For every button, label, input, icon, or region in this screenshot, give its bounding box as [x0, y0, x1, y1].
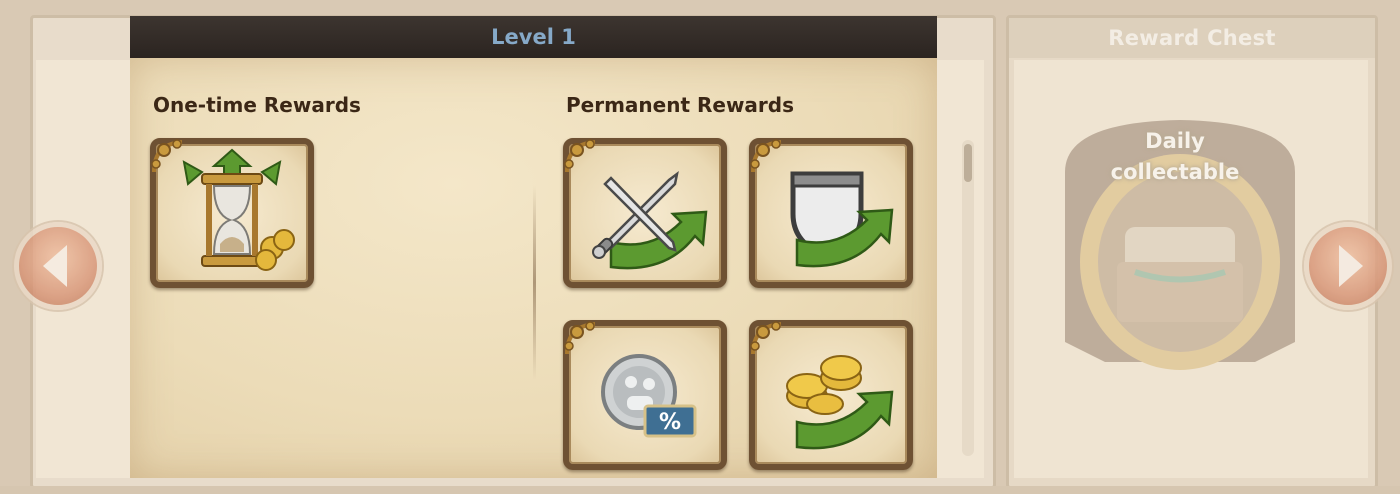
- level-title-bar: Level 1: [130, 16, 937, 58]
- next-level-button[interactable]: [1304, 222, 1392, 310]
- daily-collectable-line2: collectable: [1110, 160, 1240, 184]
- level-title: Level 1: [491, 25, 576, 49]
- arrow-right-icon: [1339, 245, 1363, 287]
- rewards-scrollbar-thumb[interactable]: [964, 144, 972, 182]
- shield-defense-bonus-icon: [790, 171, 894, 268]
- crossed-swords-attack-bonus-icon: [592, 171, 708, 270]
- reward-slot-income[interactable]: [749, 320, 913, 470]
- gold-coins-income-bonus-icon: [786, 355, 894, 450]
- hourglass-gold-upgrade-icon: [182, 148, 295, 271]
- previous-level-button[interactable]: [14, 222, 102, 310]
- daily-collectable-label: Daily collectable: [1095, 126, 1255, 188]
- permanent-rewards-title: Permanent Rewards: [566, 93, 795, 117]
- window-bottom-edge: [0, 486, 1400, 494]
- reward-chest-title: Reward Chest: [1009, 18, 1375, 58]
- percent-badge: %: [659, 410, 681, 435]
- one-time-rewards-title: One-time Rewards: [153, 93, 361, 117]
- reward-slot-defense[interactable]: [749, 138, 913, 288]
- reward-slot-discount[interactable]: %: [563, 320, 727, 470]
- silver-coin-percent-discount-icon: %: [601, 354, 697, 438]
- reward-slot-attack[interactable]: [563, 138, 727, 288]
- reward-slot-hourglass[interactable]: [150, 138, 314, 288]
- daily-collectable-line1: Daily: [1145, 129, 1205, 153]
- arrow-left-icon: [43, 245, 67, 287]
- rewards-scrollbar-track[interactable]: [962, 140, 974, 456]
- section-divider: [533, 185, 536, 380]
